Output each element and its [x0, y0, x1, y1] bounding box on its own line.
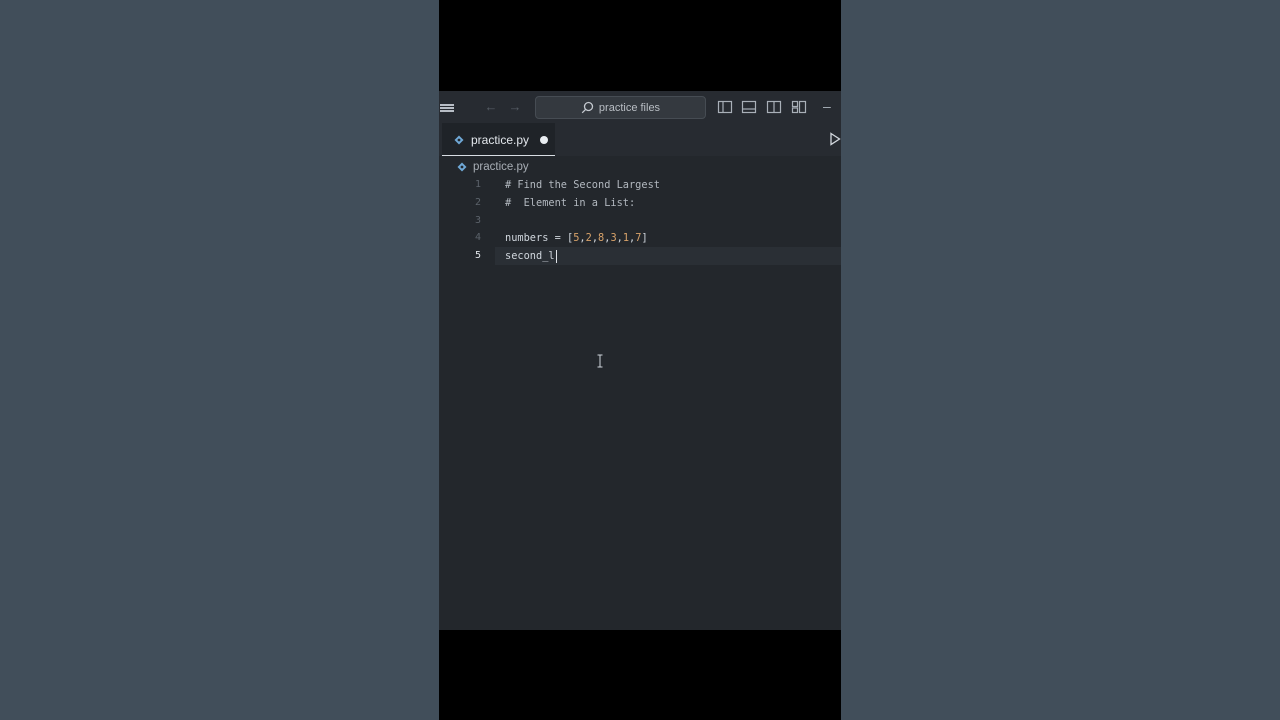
line-number: 5 [474, 250, 481, 261]
breadcrumb-file[interactable]: practice.py [473, 161, 529, 173]
run-python-file-icon[interactable] [829, 132, 841, 146]
toggle-primary-sidebar-icon[interactable] [717, 99, 733, 115]
minimize-icon[interactable]: – [823, 99, 835, 115]
forward-arrow-icon[interactable]: → [507, 99, 523, 115]
code-line[interactable]: 1 # Find the Second Largest [439, 176, 841, 194]
line-text: numbers = [5,2,8,3,1,7] [505, 229, 648, 247]
code-line[interactable]: 3 [439, 212, 841, 230]
tab-practice-py[interactable]: practice.py [442, 123, 555, 156]
tab-label: practice.py [471, 133, 530, 147]
code-token: second_l [505, 250, 555, 262]
title-bar: ← → practice files – [439, 91, 841, 123]
code-token: numbers [505, 232, 549, 244]
line-text: second_l [505, 247, 557, 265]
line-number: 4 [474, 232, 481, 243]
python-file-icon [457, 162, 467, 172]
line-text: # Find the Second Largest [505, 176, 660, 194]
line-number: 1 [474, 179, 481, 190]
code-token: # Element in a List: [505, 197, 636, 209]
text-cursor-icon [597, 354, 603, 368]
right-backdrop [841, 0, 1280, 720]
customize-layout-icon[interactable] [791, 99, 807, 115]
left-backdrop [0, 0, 439, 720]
code-token: = [548, 232, 568, 244]
search-label: practice files [598, 101, 661, 114]
code-token: # Find the Second Largest [505, 179, 660, 191]
breadcrumb: practice.py [457, 159, 529, 175]
app-frame: ← → practice files – practice.py practic… [439, 0, 841, 720]
code-line[interactable]: 4 numbers = [5,2,8,3,1,7] [439, 229, 841, 247]
tab-bar: practice.py [439, 123, 841, 156]
code-line[interactable]: 2 # Element in a List: [439, 194, 841, 212]
python-file-icon [454, 135, 464, 145]
search-icon [581, 101, 594, 114]
command-center-search[interactable]: practice files [535, 96, 706, 119]
unsaved-changes-dot[interactable] [540, 136, 548, 144]
editor-area[interactable]: practice.py 1 # Find the Second Largest 2 #… [439, 156, 841, 630]
code-token: ] [641, 232, 648, 244]
text-caret [555, 249, 557, 263]
line-number: 2 [474, 197, 481, 208]
line-number: 3 [474, 215, 481, 226]
back-arrow-icon[interactable]: ← [483, 99, 499, 115]
toggle-secondary-sidebar-icon[interactable] [766, 99, 782, 115]
line-text: # Element in a List: [505, 194, 635, 212]
menu-icon[interactable] [440, 99, 454, 115]
toggle-panel-icon[interactable] [741, 99, 757, 115]
code-line[interactable]: 5 second_l [439, 247, 841, 265]
